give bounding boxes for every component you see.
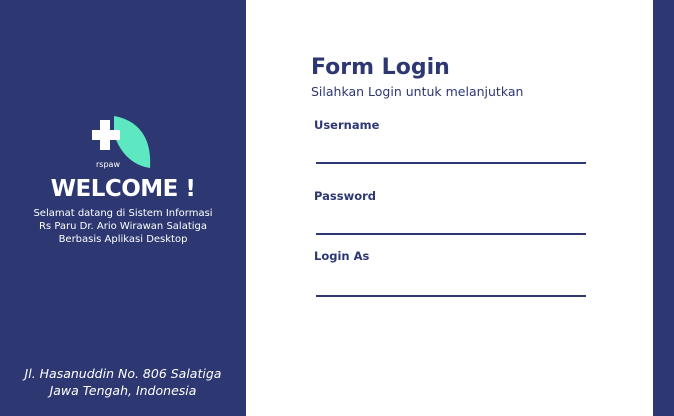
welcome-subtitle-line: Selamat datang di Sistem Informasi: [33, 208, 213, 219]
right-accent-strip: [653, 0, 674, 416]
welcome-panel: rspaw WELCOME ! Selamat datang di Sistem…: [0, 0, 246, 416]
logo-text: rspaw: [96, 160, 120, 169]
welcome-subtitle: Selamat datang di Sistem Informasi Rs Pa…: [0, 207, 246, 246]
form-subtitle: Silahkan Login untuk melanjutkan: [311, 84, 524, 99]
address: Jl. Hasanuddin No. 806 Salatiga Jawa Ten…: [0, 365, 246, 399]
username-input[interactable]: [316, 138, 586, 164]
login-as-label: Login As: [314, 249, 370, 263]
form-title: Form Login: [311, 55, 450, 80]
welcome-subtitle-line: Rs Paru Dr. Ario Wirawan Salatiga: [38, 221, 208, 232]
address-line: Jawa Tengah, Indonesia: [49, 383, 197, 398]
login-as-input[interactable]: [316, 271, 586, 297]
password-label: Password: [314, 189, 376, 203]
username-label: Username: [314, 118, 380, 132]
password-input[interactable]: [316, 209, 586, 235]
address-line: Jl. Hasanuddin No. 806 Salatiga: [24, 366, 222, 381]
welcome-heading: WELCOME !: [50, 176, 196, 202]
welcome-subtitle-line: Berbasis Aplikasi Desktop: [58, 234, 188, 245]
